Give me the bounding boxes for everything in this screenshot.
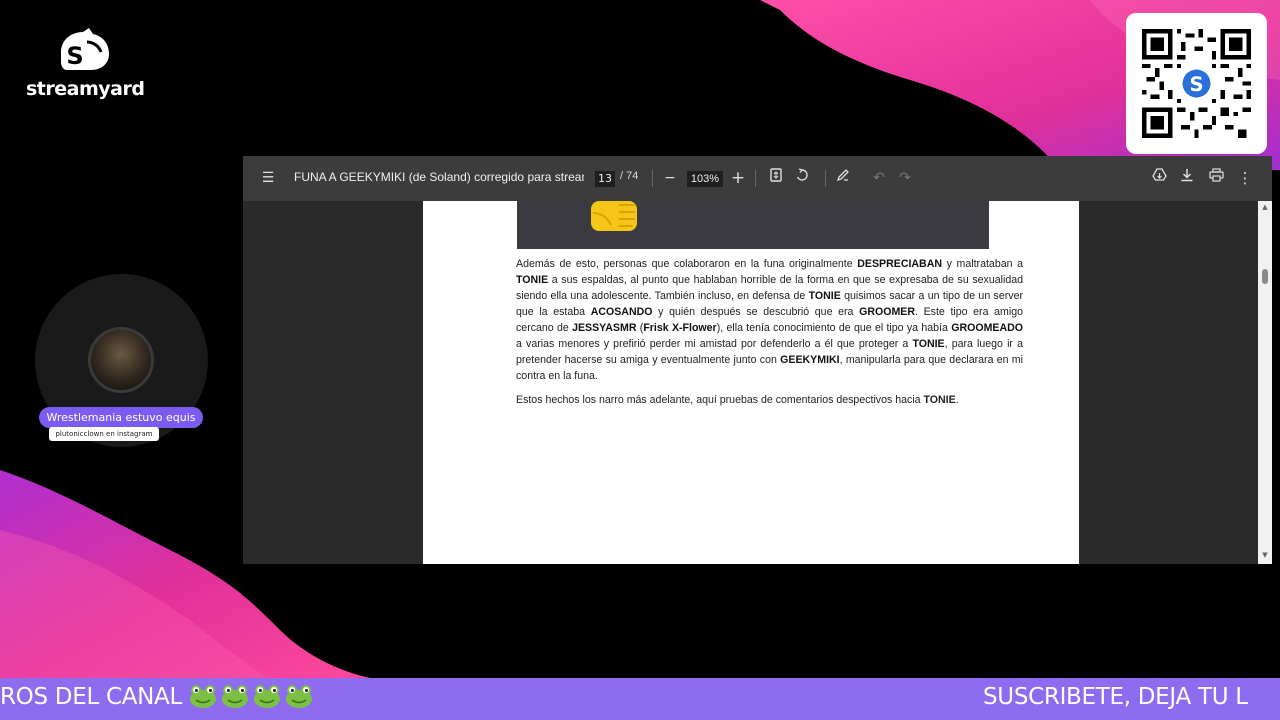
bold-text-run: DESPRECIABAN [857, 258, 943, 270]
undo-icon[interactable]: ↶ [869, 168, 889, 188]
svg-text:S: S [66, 42, 83, 70]
scroll-thumb[interactable] [1262, 269, 1268, 284]
ticker-right-text: SUSCRIBETE, DEJA TU L [983, 684, 1248, 710]
embedded-image [517, 201, 989, 249]
scroll-up-arrow-icon[interactable]: ▲ [1261, 203, 1269, 211]
bold-text-run: GROOMEADO [951, 322, 1024, 334]
ticker-left-text: ROS DEL CANAL [0, 684, 183, 710]
qr-code-card: S [1126, 13, 1267, 154]
streamyard-logo: S streamyard [26, 24, 145, 100]
zoom-out-icon[interactable]: − [660, 168, 680, 188]
page-number-input[interactable]: 13 [595, 171, 615, 187]
streamyard-dog-logo-icon: S [61, 28, 109, 70]
menu-icon[interactable]: ☰ [258, 168, 278, 188]
document-title: FUNA A GEEKYMIKI (de Soland) corregido p… [294, 170, 584, 184]
avatar [88, 327, 154, 393]
fist-emoji-icon [591, 201, 637, 231]
pdf-toolbar: ☰ FUNA A GEEKYMIKI (de Soland) corregido… [243, 156, 1272, 201]
redo-icon[interactable]: ↷ [895, 168, 915, 188]
frog-emoji-group [189, 684, 317, 710]
pdf-page: Además de esto, personas que colaboraron… [423, 201, 1079, 564]
page-total: / 74 [620, 170, 639, 182]
ticker-banner: ROS DEL CANAL SUSCRIBETE, DEJA TU L [0, 678, 1280, 720]
pdf-paragraph-1: Además de esto, personas que colaboraron… [516, 256, 1023, 384]
more-options-icon[interactable]: ⋮ [1235, 168, 1255, 188]
text-run: ), ella tenía conocimiento de que el tip… [716, 322, 952, 334]
zoom-level-input[interactable]: 103% [687, 171, 723, 187]
toolbar-divider [652, 170, 653, 187]
bold-text-run: TONIE [923, 394, 956, 406]
svg-text:S: S [1189, 73, 1203, 96]
toolbar-divider [755, 170, 756, 187]
bold-text-run: Frisk X-Flower [643, 322, 717, 334]
text-run: y maltrataban a [942, 258, 1024, 270]
participant-subtitle-tag: plutonicclown en instagram [49, 427, 159, 441]
print-icon[interactable] [1206, 168, 1226, 188]
text-run: a varias menores y prefirió perder mi am… [516, 338, 913, 350]
scroll-down-arrow-icon[interactable]: ▼ [1261, 551, 1269, 559]
qr-code-icon: S [1142, 29, 1251, 138]
frog-icon [254, 685, 281, 708]
frog-icon [222, 685, 249, 708]
pdf-paragraph-2: Estos hechos los narro más adelante, aqu… [516, 392, 1023, 408]
rotate-icon[interactable] [792, 168, 812, 188]
bold-text-run: TONIE [516, 274, 549, 286]
ticker-left: ROS DEL CANAL [0, 684, 317, 710]
zoom-in-icon[interactable]: + [728, 168, 748, 188]
bold-text-run: ACOSANDO [590, 306, 653, 318]
bold-text-run: TONIE [912, 338, 945, 350]
text-run: y quién después se descubrió que era [652, 306, 860, 318]
text-run: Estos hechos los narro más adelante, aqu… [516, 394, 924, 406]
save-to-drive-icon[interactable] [1149, 168, 1169, 188]
bold-text-run: GROOMER [859, 306, 915, 318]
bold-text-run: TONIE [808, 290, 841, 302]
pdf-viewer: ☰ FUNA A GEEKYMIKI (de Soland) corregido… [243, 156, 1272, 564]
toolbar-divider [825, 170, 826, 187]
streamyard-wordmark: streamyard [26, 78, 145, 100]
bold-text-run: JESSYASMR [572, 322, 637, 334]
text-run: . [955, 394, 959, 406]
text-run: Además de esto, personas que colaboraron… [516, 258, 858, 270]
stream-canvas: S streamyard S Wrestlemania estuvo equis… [0, 0, 1280, 720]
pdf-scrollbar[interactable]: ▲ ▼ [1258, 201, 1272, 564]
frog-icon [286, 685, 313, 708]
participant-name-tag: Wrestlemania estuvo equis [39, 407, 203, 428]
frog-icon [190, 685, 217, 708]
fit-page-icon[interactable] [766, 168, 786, 188]
bold-text-run: GEEKYMIKI [780, 354, 840, 366]
download-icon[interactable] [1177, 168, 1197, 188]
annotate-icon[interactable] [833, 168, 853, 188]
